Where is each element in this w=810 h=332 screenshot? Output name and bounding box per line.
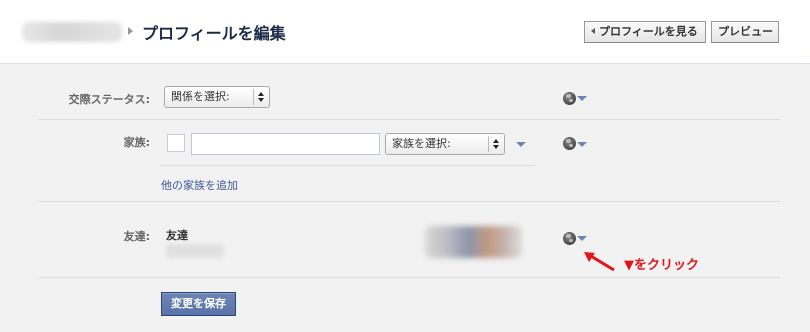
globe-icon bbox=[563, 92, 576, 105]
select-stepper-icon bbox=[488, 136, 502, 152]
privacy-dropdown-caret[interactable] bbox=[577, 96, 587, 101]
edit-form-panel: 交際ステータス: 関係を選択: 家族: 家族を選択: 他の家族を追加 友達: 友… bbox=[0, 64, 810, 332]
globe-icon bbox=[563, 232, 576, 245]
family-privacy-caret[interactable] bbox=[516, 142, 526, 147]
family-photo-placeholder bbox=[167, 134, 185, 152]
user-name-breadcrumb[interactable] bbox=[22, 22, 122, 42]
row-divider bbox=[38, 119, 780, 120]
preview-button[interactable]: プレビュー bbox=[711, 21, 779, 43]
row-divider bbox=[38, 201, 780, 202]
save-changes-button[interactable]: 変更を保存 bbox=[161, 292, 236, 316]
family-name-input[interactable] bbox=[191, 133, 380, 155]
select-stepper-icon bbox=[253, 89, 267, 105]
privacy-dropdown-caret[interactable] bbox=[577, 142, 587, 147]
friends-photos-blurred[interactable] bbox=[425, 226, 522, 258]
view-profile-button[interactable]: プロフィールを見る bbox=[584, 21, 706, 43]
page-header: プロフィールを編集 プロフィールを見る プレビュー bbox=[0, 0, 810, 64]
family-select-value: 家族を選択: bbox=[392, 137, 451, 150]
friends-title: 友達 bbox=[166, 229, 188, 242]
page-title: プロフィールを編集 bbox=[142, 24, 286, 43]
globe-icon bbox=[563, 137, 576, 150]
relationship-select-value: 関係を選択: bbox=[171, 90, 230, 103]
friends-label: 友達: bbox=[123, 230, 150, 243]
relationship-select[interactable]: 関係を選択: bbox=[164, 86, 270, 108]
family-divider bbox=[160, 165, 535, 166]
view-profile-label: プロフィールを見る bbox=[599, 25, 698, 38]
breadcrumb-arrow-icon bbox=[128, 27, 133, 35]
left-arrow-icon bbox=[591, 28, 595, 34]
red-arrow-icon bbox=[584, 252, 615, 272]
add-family-link[interactable]: 他の家族を追加 bbox=[161, 177, 238, 193]
family-label: 家族: bbox=[123, 136, 150, 149]
family-relation-select[interactable]: 家族を選択: bbox=[385, 133, 505, 155]
friends-privacy-dropdown-caret[interactable] bbox=[577, 236, 587, 241]
friends-count-blurred bbox=[166, 244, 224, 258]
row-divider bbox=[38, 277, 780, 278]
click-annotation: ▼をクリック bbox=[624, 258, 699, 273]
relationship-label: 交際ステータス: bbox=[68, 93, 150, 106]
